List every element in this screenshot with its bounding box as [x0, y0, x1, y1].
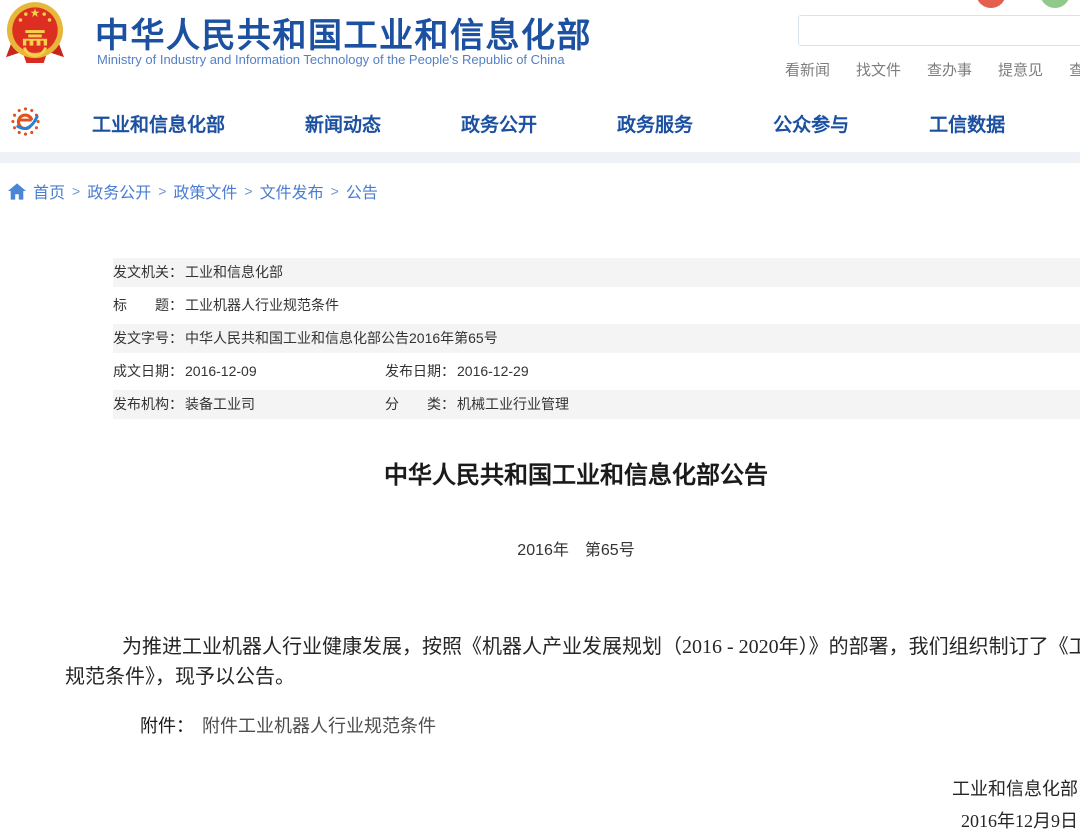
breadcrumb-separator: > [72, 183, 80, 199]
breadcrumb-home[interactable]: 首页 [33, 179, 65, 203]
meta-label: 发文机关： [113, 264, 183, 280]
meta-row-dates: 成文日期：2016-12-09 发布日期：2016-12-29 [113, 357, 1080, 386]
document-title: 中华人民共和国工业和信息化部公告 [0, 458, 1080, 494]
signature-block: 工业和信息化部 2016年12月9日 [952, 773, 1078, 835]
meta-label: 发布机构： [113, 396, 183, 412]
meta-label: 发布日期： [385, 363, 455, 379]
attachment-label: 附件： [140, 716, 194, 736]
link-feedback[interactable]: 提意见 [998, 59, 1043, 80]
nav-separator-band [0, 152, 1080, 163]
breadcrumb-gov-disclosure[interactable]: 政务公开 [87, 179, 151, 203]
document-issue-number: 2016年 第65号 [0, 536, 1080, 560]
nav-item-public-participation[interactable]: 公众参与 [773, 110, 849, 137]
breadcrumb-separator: > [331, 183, 339, 199]
meta-value: 装备工业司 [185, 396, 255, 412]
main-nav: 工业和信息化部 新闻动态 政务公开 政务服务 公众参与 工信数据 [0, 95, 1080, 152]
sign-date: 2016年12月9日 [952, 805, 1078, 835]
green-badge-icon[interactable] [1040, 0, 1070, 8]
nav-item-miit-data[interactable]: 工信数据 [929, 110, 1005, 137]
link-check-data[interactable]: 查数据 [1069, 59, 1080, 80]
meta-cell-publish-date: 发布日期：2016-12-29 [385, 357, 529, 386]
breadcrumb-announcement[interactable]: 公告 [346, 179, 378, 203]
nav-items: 工业和信息化部 新闻动态 政务公开 政务服务 公众参与 工信数据 [92, 95, 1005, 152]
meta-value: 2016-12-29 [457, 363, 529, 379]
nav-item-gov-disclosure[interactable]: 政务公开 [461, 110, 537, 137]
link-see-news[interactable]: 看新闻 [785, 59, 830, 80]
meta-value: 2016-12-09 [185, 363, 257, 379]
header-quick-links: 看新闻 找文件 查办事 提意见 查数据 [785, 59, 1080, 80]
meta-value: 工业和信息化部 [185, 264, 283, 280]
breadcrumb-separator: > [244, 183, 252, 199]
meta-row-title: 标 题：工业机器人行业规范条件 [113, 291, 1080, 320]
meta-row-issuing-agency: 发文机关：工业和信息化部 [113, 258, 1080, 287]
nav-item-gov-services[interactable]: 政务服务 [617, 110, 693, 137]
paragraph-line: 为推进工业机器人行业健康发展，按照《机器人产业发展规划（2016 - 2020年… [65, 632, 1080, 662]
breadcrumb-policy-documents[interactable]: 政策文件 [173, 179, 237, 203]
meta-value: 工业机器人行业规范条件 [185, 297, 339, 313]
meta-label: 分 类： [385, 396, 455, 412]
attachment-line: 附件： 附件工业机器人行业规范条件 [140, 712, 436, 738]
link-check-services[interactable]: 查办事 [927, 59, 972, 80]
signer-name: 工业和信息化部 [952, 773, 1078, 805]
site-title: 中华人民共和国工业和信息化部 [95, 8, 592, 57]
nav-item-news[interactable]: 新闻动态 [305, 110, 381, 137]
search-input[interactable] [798, 15, 1080, 46]
meta-value: 中华人民共和国工业和信息化部公告2016年第65号 [185, 330, 498, 346]
breadcrumb: 首页 > 政务公开 > 政策文件 > 文件发布 > 公告 [8, 179, 378, 203]
meta-cell-category: 分 类：机械工业行业管理 [385, 390, 569, 419]
meta-row-document-number: 发文字号：中华人民共和国工业和信息化部公告2016年第65号 [113, 324, 1080, 353]
meta-row-publisher-category: 发布机构：装备工业司 分 类：机械工业行业管理 [113, 390, 1080, 419]
meta-label: 成文日期： [113, 363, 183, 379]
meta-value: 机械工业行业管理 [457, 396, 569, 412]
page: 中华人民共和国工业和信息化部 Ministry of Industry and … [0, 0, 1080, 835]
document-paragraph: 为推进工业机器人行业健康发展，按照《机器人产业发展规划（2016 - 2020年… [65, 632, 1080, 692]
link-find-documents[interactable]: 找文件 [856, 59, 901, 80]
attachment-link[interactable]: 附件工业机器人行业规范条件 [202, 716, 436, 736]
document-meta-table: 发文机关：工业和信息化部 标 题：工业机器人行业规范条件 发文字号：中华人民共和… [113, 258, 1080, 423]
breadcrumb-document-release[interactable]: 文件发布 [260, 179, 324, 203]
paragraph-line: 规范条件》，现予以公告。 [65, 662, 1080, 692]
miit-gear-logo-icon [10, 106, 41, 137]
meta-label: 发文字号： [113, 330, 183, 346]
meta-label: 标 题： [113, 297, 183, 313]
site-subtitle-english: Ministry of Industry and Information Tec… [97, 52, 565, 67]
breadcrumb-separator: > [158, 183, 166, 199]
red-badge-icon[interactable] [976, 0, 1006, 8]
home-icon[interactable] [8, 183, 26, 200]
national-emblem-icon [6, 0, 64, 66]
nav-item-ministry[interactable]: 工业和信息化部 [92, 110, 225, 137]
